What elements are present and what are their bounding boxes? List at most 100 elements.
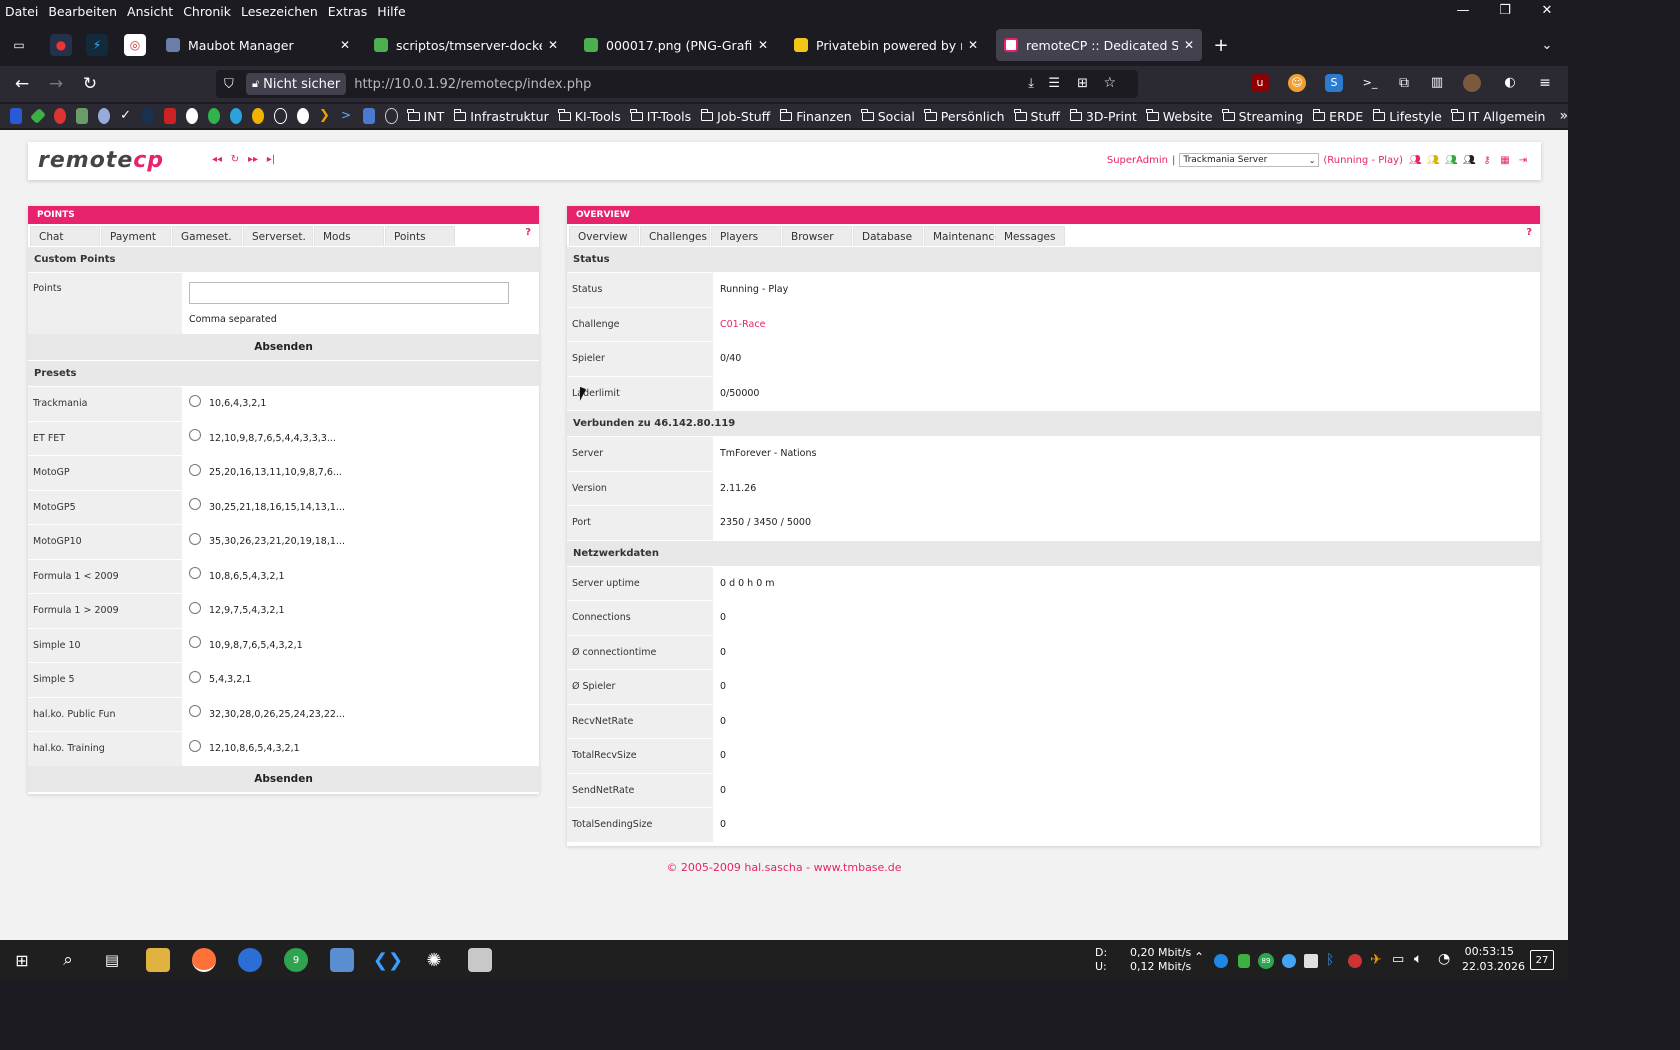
chatgpt-icon[interactable]: ✺ [422,948,446,972]
preset-radio[interactable] [189,705,201,718]
bookmark-icon[interactable]: ✓ [120,108,132,124]
profile-avatar-icon[interactable] [1463,74,1481,92]
tab-maintenance[interactable]: Maintenance [924,226,1001,246]
task-view-icon[interactable]: ▤ [100,948,124,972]
file-explorer-icon[interactable] [146,948,170,972]
bookmark-folder-persoenlich[interactable]: Persönlich [924,108,1005,124]
bookmark-folder-streaming[interactable]: Streaming [1222,108,1303,124]
extension-orange-icon[interactable]: ☺ [1288,74,1306,92]
globe-icon[interactable] [274,108,287,124]
server-select[interactable]: Trackmania Server ⌄ [1179,153,1320,167]
preset-row-value[interactable]: 35,30,26,23,21,20,19,18,1... [182,525,539,559]
bookmark-folder-int[interactable]: INT [407,108,444,124]
tray-app-icon[interactable] [1282,954,1296,968]
skip-icon[interactable]: ▸| [265,154,277,165]
tray-app-icon[interactable] [1238,954,1250,968]
firefox-icon[interactable] [192,948,216,972]
bookmark-icon[interactable] [30,108,46,124]
admins-icon[interactable]: 👥︎ [1445,155,1458,166]
reader-view-icon[interactable]: ⊞ [1077,76,1088,91]
preset-row-value[interactable]: 12,9,7,5,4,3,2,1 [182,594,539,628]
preset-row-value[interactable]: 10,6,4,3,2,1 [182,387,539,421]
tab-database[interactable]: Database [853,226,923,246]
pinned-tab-3-icon[interactable]: ◎ [124,34,146,56]
bookmark-icon[interactable] [98,108,111,124]
bookmark-icon[interactable] [164,108,177,124]
battery-icon[interactable]: ▭ [1392,952,1404,992]
tab-maubot[interactable]: Maubot Manager ✕ [158,29,358,61]
copyright-footer[interactable]: © 2005-2009 hal.sascha - www.tmbase.de [0,861,1568,874]
image-viewer-icon[interactable] [330,948,354,972]
notifications-icon[interactable]: 27 [1530,950,1554,970]
bookmark-icon[interactable] [230,108,243,124]
bookmark-folder-infrastruktur[interactable]: Infrastruktur [453,108,549,124]
close-tab-icon[interactable]: ✕ [968,38,978,52]
reload-icon[interactable]: ↻ [80,74,100,94]
tray-app-icon[interactable] [1214,954,1228,968]
tab-chat[interactable]: Chat [30,226,100,246]
tab-serverset[interactable]: Serverset. [243,226,313,246]
preset-row-value[interactable]: 12,10,8,6,5,4,3,2,1 [182,732,539,766]
close-window-icon[interactable]: ✕ [1526,0,1568,22]
minimize-icon[interactable]: — [1442,0,1484,22]
account-icon[interactable]: ◐ [1501,74,1519,92]
restart-icon[interactable]: ↻ [229,154,241,165]
menu-chronik[interactable]: Chronik [178,4,236,19]
status-row-value[interactable]: C01-Race [713,307,1540,341]
pinned-tab-1-icon[interactable]: ● [50,34,72,56]
bookmark-folder-ki-tools[interactable]: KI-Tools [558,108,621,124]
bookmark-icon[interactable] [385,108,398,124]
preset-row-value[interactable]: 25,20,16,13,11,10,9,8,7,6... [182,456,539,490]
volume-icon[interactable]: 🔈︎ [1414,951,1422,991]
bookmark-icon[interactable] [76,108,89,124]
tray-app-icon[interactable]: ✈ [1370,952,1382,992]
extensions-puzzle-icon[interactable]: ⧉ [1395,74,1413,92]
close-tab-icon[interactable]: ✕ [340,38,350,52]
tray-app-icon[interactable] [1304,954,1318,968]
user-link[interactable]: SuperAdmin [1107,155,1168,166]
key-icon[interactable]: ⚷ [1481,155,1493,166]
extension-s-icon[interactable]: S [1325,74,1343,92]
tab-points[interactable]: Points [385,226,455,246]
preset-radio[interactable] [189,463,201,476]
bookmark-star-icon[interactable]: ☆ [1103,75,1116,91]
bookmark-icon[interactable] [54,108,67,124]
tab-players[interactable]: Players [711,226,781,246]
clock[interactable]: 00:53:15 22.03.2026 [1462,944,1525,984]
bookmark-icon[interactable] [186,108,199,124]
back-icon[interactable]: ← [12,74,32,94]
bookmark-folder-finanzen[interactable]: Finanzen [779,108,852,124]
screenshot-stack-icon[interactable]: ☰ [1048,76,1060,91]
spectators-icon[interactable]: 👥︎ [1427,155,1440,166]
restore-icon[interactable]: ❐ [1484,0,1526,22]
preset-radio[interactable] [189,532,201,545]
tab-privatebin[interactable]: Privatebin powered by retroner ✕ [786,29,986,61]
help-icon[interactable]: ? [525,227,531,238]
bookmark-folder-3d-print[interactable]: 3D-Print [1069,108,1137,124]
bookmark-folder-stuff[interactable]: Stuff [1014,108,1060,124]
new-tab-icon[interactable]: + [1210,34,1232,56]
bookmark-folder-lifestyle[interactable]: Lifestyle [1372,108,1442,124]
preset-radio[interactable] [189,498,201,511]
more-bookmarks-icon[interactable]: » [1559,108,1568,124]
bookmark-icon[interactable]: ❯ [319,108,331,124]
security-indicator[interactable]: 🔓︎ Nicht sicher [246,73,347,95]
forward-icon[interactable]: ▸▸ [247,154,259,165]
app-badge-icon[interactable]: 9 [284,948,308,972]
preset-row-value[interactable]: 5,4,3,2,1 [182,663,539,697]
tab-overview-icon[interactable]: ▭ [8,34,30,56]
bookmark-folder-job-stuff[interactable]: Job-Stuff [700,108,770,124]
bookmark-folder-website[interactable]: Website [1146,108,1213,124]
menu-hilfe[interactable]: Hilfe [372,4,410,19]
pinned-tab-2-icon[interactable]: ⚡ [86,34,108,56]
users-icon[interactable]: 👥︎ [1463,155,1476,166]
preset-row-value[interactable]: 12,10,9,8,7,6,5,4,4,3,3,3... [182,421,539,455]
tab-overview[interactable]: Overview [569,226,639,246]
preset-radio[interactable] [189,567,201,580]
menu-ansicht[interactable]: Ansicht [122,4,178,19]
preset-radio[interactable] [189,636,201,649]
close-tab-icon[interactable]: ✕ [1184,38,1194,52]
bluetooth-icon[interactable]: ᛒ [1326,952,1334,992]
bookmark-icon[interactable] [208,108,221,124]
bookmark-icon[interactable] [363,108,376,124]
